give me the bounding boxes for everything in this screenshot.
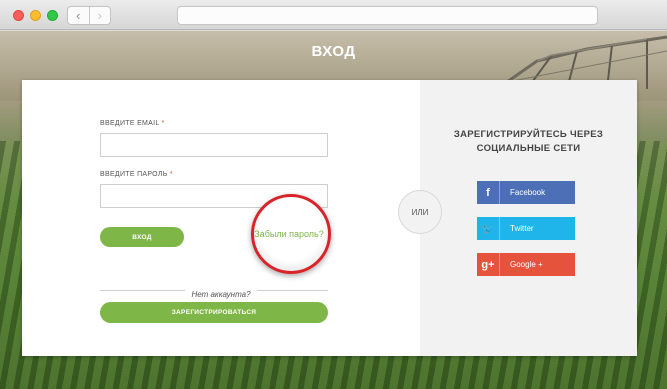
- social-panel: ЗАРЕГИСТРИРУЙТЕСЬ ЧЕРЕЗ СОЦИАЛЬНЫЕ СЕТИ …: [420, 80, 637, 356]
- forward-button[interactable]: ›: [88, 7, 111, 24]
- forgot-password-link[interactable]: Забыли пароль?: [254, 229, 323, 239]
- no-account-text: Нет аккаунта?: [22, 284, 420, 302]
- chevron-left-icon: ‹: [76, 8, 81, 23]
- login-button[interactable]: ВХОД: [100, 227, 184, 247]
- address-bar[interactable]: [177, 6, 598, 25]
- facebook-button[interactable]: f Facebook: [477, 181, 575, 204]
- google-plus-button[interactable]: g+ Google +: [477, 253, 575, 276]
- twitter-button[interactable]: 🐦 Twitter: [477, 217, 575, 240]
- password-label-text: ВВЕДИТЕ ПАРОЛЬ: [100, 171, 168, 178]
- google-plus-icon: g+: [477, 253, 500, 276]
- maximize-window-button[interactable]: [47, 10, 58, 21]
- social-title-line2: СОЦИАЛЬНЫЕ СЕТИ: [476, 143, 581, 154]
- login-panel: ВВЕДИТЕ EMAIL * ВВЕДИТЕ ПАРОЛЬ * ВХОД За…: [22, 80, 420, 356]
- facebook-label: Facebook: [510, 188, 546, 197]
- or-separator: ИЛИ: [398, 190, 442, 234]
- browser-titlebar: ‹ ›: [0, 0, 667, 30]
- forgot-password-highlight: Забыли пароль?: [251, 194, 331, 274]
- chevron-right-icon: ›: [97, 8, 102, 23]
- no-account-label: Нет аккаунта?: [185, 290, 257, 299]
- social-title-line1: ЗАРЕГИСТРИРУЙТЕСЬ ЧЕРЕЗ: [453, 129, 604, 140]
- social-title: ЗАРЕГИСТРИРУЙТЕСЬ ЧЕРЕЗ СОЦИАЛЬНЫЕ СЕТИ: [420, 128, 637, 156]
- minimize-window-button[interactable]: [30, 10, 41, 21]
- google-plus-label: Google +: [510, 260, 543, 269]
- history-navigation: ‹ ›: [67, 6, 111, 25]
- close-window-button[interactable]: [13, 10, 24, 21]
- password-label: ВВЕДИТЕ ПАРОЛЬ *: [100, 171, 173, 178]
- login-card: ВВЕДИТЕ EMAIL * ВВЕДИТЕ ПАРОЛЬ * ВХОД За…: [22, 80, 637, 356]
- back-button[interactable]: ‹: [68, 7, 89, 24]
- register-button[interactable]: ЗАРЕГИСТРИРОВАТЬСЯ: [100, 302, 328, 323]
- email-label: ВВЕДИТЕ EMAIL *: [100, 120, 165, 127]
- required-mark: *: [169, 171, 173, 178]
- twitter-label: Twitter: [510, 224, 534, 233]
- required-mark: *: [161, 120, 165, 127]
- twitter-icon: 🐦: [477, 217, 500, 240]
- facebook-icon: f: [477, 181, 500, 204]
- email-label-text: ВВЕДИТЕ EMAIL: [100, 120, 160, 127]
- page-title: ВХОД: [311, 43, 356, 60]
- email-field[interactable]: [100, 133, 328, 157]
